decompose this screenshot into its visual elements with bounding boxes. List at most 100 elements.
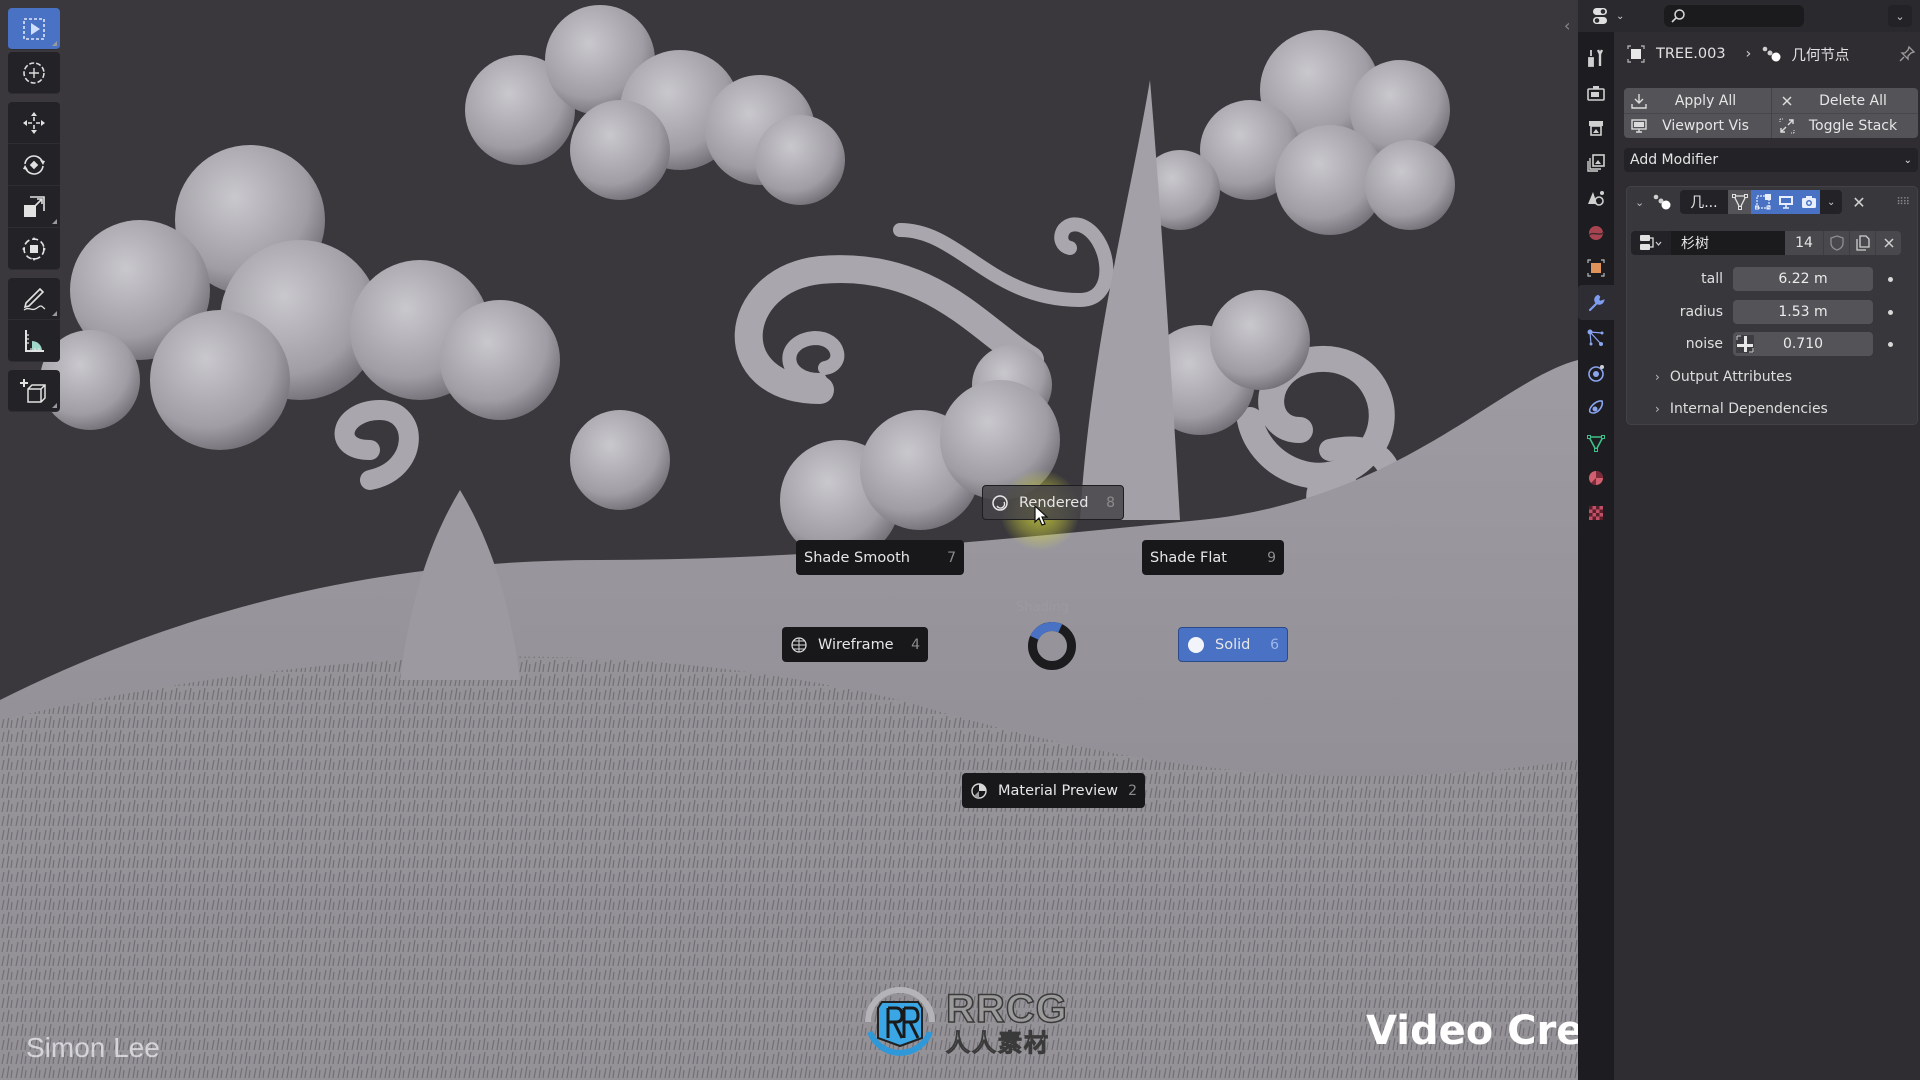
tool-tab-icon xyxy=(1588,48,1604,67)
close-icon xyxy=(1883,238,1894,248)
tab-scene[interactable] xyxy=(1578,180,1614,215)
chevron-down-icon: ⌄ xyxy=(1895,9,1905,23)
geometry-nodes-icon xyxy=(1653,194,1671,210)
node-group-browse[interactable] xyxy=(1631,231,1671,255)
options-dropdown[interactable]: ⌄ xyxy=(1888,5,1912,27)
pie-item-label: Rendered xyxy=(1019,494,1089,511)
drag-handle-icon[interactable]: ⠿⠿ xyxy=(1896,197,1910,208)
scale-tool[interactable] xyxy=(8,186,60,228)
noise-value-field[interactable]: 0.710 xyxy=(1733,332,1873,356)
pie-item-material-preview[interactable]: Material Preview 2 xyxy=(962,773,1145,808)
add-cube-tool[interactable] xyxy=(8,370,60,412)
tab-output[interactable] xyxy=(1578,110,1614,145)
sidebar-collapse-arrow[interactable]: ‹ xyxy=(1564,16,1570,35)
node-group-user-count[interactable]: 14 xyxy=(1785,231,1823,255)
subpanel-label: Internal Dependencies xyxy=(1669,401,1828,417)
scene-render xyxy=(0,5,1578,1080)
select-box-tool[interactable] xyxy=(8,8,60,50)
viewport-vis-label: Viewport Vis xyxy=(1662,118,1749,134)
pie-item-solid[interactable]: Solid 6 xyxy=(1178,627,1288,662)
close-icon xyxy=(1782,95,1792,106)
remove-modifier-close-icon[interactable]: ✕ xyxy=(1852,193,1865,212)
tab-view-layer[interactable] xyxy=(1578,145,1614,180)
geometry-nodes-modifier-panel: ⌄ 几... ⌄ ✕ ⠿⠿ 杉树 14 tall 6.22 m radius 1… xyxy=(1626,186,1918,425)
breadcrumb-object: TREE.003 xyxy=(1656,46,1726,62)
tab-data[interactable] xyxy=(1578,425,1614,460)
input-row-radius: radius 1.53 m xyxy=(1627,300,1917,324)
breadcrumb: TREE.003 › 几何节点 xyxy=(1626,42,1916,66)
tab-render[interactable] xyxy=(1578,75,1614,110)
apply-all-button[interactable]: Apply All xyxy=(1624,88,1771,113)
unlink-node-group-button[interactable] xyxy=(1875,231,1901,255)
delete-all-button[interactable]: Delete All xyxy=(1771,88,1918,113)
cursor-tool[interactable] xyxy=(8,52,60,94)
viewport-vis-button[interactable]: Viewport Vis xyxy=(1624,113,1771,138)
render-toggle[interactable] xyxy=(1797,190,1821,214)
tab-object[interactable] xyxy=(1578,250,1614,285)
edit-mode-icon xyxy=(1754,194,1771,210)
tab-world[interactable] xyxy=(1578,215,1614,250)
editor-type-selector[interactable]: ⌄ xyxy=(1592,7,1624,25)
pie-item-shortcut: 8 xyxy=(1106,494,1115,511)
viewport-toggle[interactable] xyxy=(1774,190,1798,214)
subpanel-internal-dependencies[interactable]: › Internal Dependencies xyxy=(1655,401,1828,417)
tab-tool[interactable] xyxy=(1578,40,1614,75)
rotate-tool[interactable] xyxy=(8,144,60,186)
keyframe-dot-icon[interactable] xyxy=(1888,341,1893,347)
object-tab-icon xyxy=(1587,258,1605,277)
pie-item-shade-flat[interactable]: Shade Flat 9 xyxy=(1142,540,1284,575)
tab-particles[interactable] xyxy=(1578,320,1614,355)
tool-shelf xyxy=(8,8,62,412)
pie-menu-title: Shading xyxy=(1016,600,1069,615)
keyframe-dot-icon[interactable] xyxy=(1888,309,1893,315)
edit-mode-toggle[interactable] xyxy=(1751,190,1775,214)
transform-tool[interactable] xyxy=(8,228,60,270)
properties-editor: ⌄ ⌄ TREE.003 › 几何节点 Apply All Delete All… xyxy=(1578,0,1920,1080)
tall-value-field[interactable]: 6.22 m xyxy=(1733,267,1873,291)
pie-item-wireframe[interactable]: Wireframe 4 xyxy=(782,627,928,662)
delete-all-label: Delete All xyxy=(1819,92,1887,109)
tab-modifiers[interactable] xyxy=(1578,285,1614,320)
wrench-icon xyxy=(1588,294,1605,311)
tab-material[interactable] xyxy=(1578,460,1614,495)
move-icon xyxy=(23,111,45,134)
pie-item-shade-smooth[interactable]: Shade Smooth 7 xyxy=(796,540,964,575)
keyframe-dot-icon[interactable] xyxy=(1888,276,1893,282)
add-modifier-dropdown[interactable]: Add Modifier ⌄ xyxy=(1624,148,1918,172)
pie-item-shortcut: 6 xyxy=(1270,636,1279,653)
toggle-stack-button[interactable]: Toggle Stack xyxy=(1771,113,1918,138)
attribute-toggle-icon[interactable] xyxy=(1735,334,1755,354)
apply-download-icon xyxy=(1631,93,1647,109)
tab-physics[interactable] xyxy=(1578,355,1614,390)
annotate-icon xyxy=(23,287,46,311)
particles-tab-icon xyxy=(1587,329,1604,346)
3d-viewport[interactable]: ‹ Shading Rendered 8 Shade Smooth 7 Shad… xyxy=(0,0,1578,1080)
toggle-stack-label: Toggle Stack xyxy=(1808,118,1898,134)
pie-menu-direction-ring xyxy=(1021,615,1083,677)
collapse-chevron-icon[interactable]: ⌄ xyxy=(1635,196,1644,209)
radius-value-field[interactable]: 1.53 m xyxy=(1733,300,1873,324)
properties-search-input[interactable] xyxy=(1664,5,1805,27)
pie-item-shortcut: 9 xyxy=(1267,549,1276,566)
duplicate-node-group-button[interactable] xyxy=(1849,231,1875,255)
move-tool[interactable] xyxy=(8,102,60,144)
pin-icon[interactable] xyxy=(1898,45,1916,63)
annotate-tool[interactable] xyxy=(8,278,60,320)
modifier-name-field[interactable]: 几... xyxy=(1680,190,1729,214)
measure-tool[interactable] xyxy=(8,320,60,362)
author-watermark: Simon Lee xyxy=(26,1032,160,1063)
fake-user-button[interactable] xyxy=(1823,231,1849,255)
pie-item-label: Solid xyxy=(1215,636,1251,653)
edit-cage-toggle[interactable] xyxy=(1728,190,1752,214)
tab-constraints[interactable] xyxy=(1578,390,1614,425)
modifier-extras-dropdown[interactable]: ⌄ xyxy=(1820,190,1843,214)
pie-item-rendered[interactable]: Rendered 8 xyxy=(982,485,1124,520)
node-group-selector: 杉树 14 xyxy=(1631,231,1901,255)
measure-icon xyxy=(25,329,44,352)
monitor-icon xyxy=(1631,119,1647,133)
node-group-name-field[interactable]: 杉树 xyxy=(1671,231,1785,255)
constraints-tab-icon xyxy=(1588,399,1604,414)
input-value: 1.53 m xyxy=(1778,304,1828,320)
tab-texture[interactable] xyxy=(1578,495,1614,530)
subpanel-output-attributes[interactable]: › Output Attributes xyxy=(1655,369,1792,385)
